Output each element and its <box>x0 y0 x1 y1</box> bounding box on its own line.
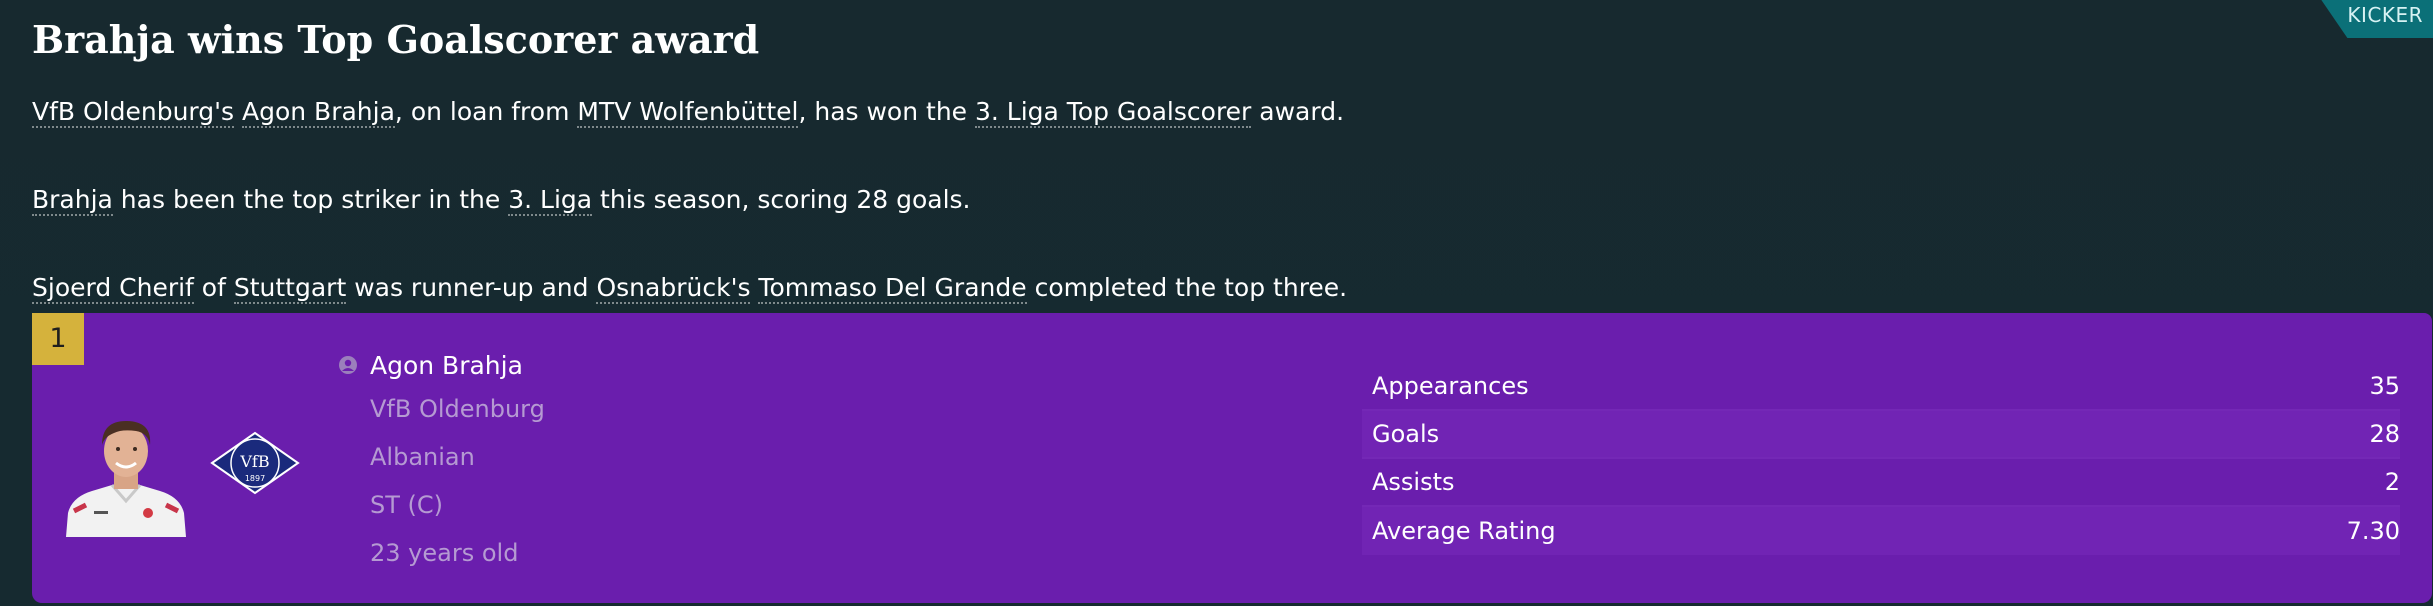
player-nationality: Albanian <box>370 443 475 471</box>
news-paragraph-2: Brahja has been the top striker in the 3… <box>32 185 971 216</box>
competition-link-3-liga[interactable]: 3. Liga <box>508 185 593 216</box>
stat-value: 35 <box>2369 372 2400 400</box>
person-icon <box>339 356 357 374</box>
stat-row-average-rating: Average Rating 7.30 <box>1362 507 2400 555</box>
stats-table: Appearances 35 Goals 28 Assists 2 Averag… <box>1362 363 2400 555</box>
club-crest-icon[interactable]: VfB 1897 <box>210 431 300 495</box>
player-portrait[interactable] <box>58 401 194 537</box>
stat-value: 7.30 <box>2346 517 2400 545</box>
crest-text: VfB <box>239 452 269 471</box>
player-position: ST (C) <box>370 491 444 519</box>
stat-row-goals: Goals 28 <box>1362 411 2400 459</box>
news-paragraph-1: VfB Oldenburg's Agon Brahja, on loan fro… <box>32 97 1345 128</box>
stat-label: Appearances <box>1372 372 1529 400</box>
stat-row-assists: Assists 2 <box>1362 459 2400 507</box>
player-link-cherif[interactable]: Sjoerd Cherif <box>32 273 194 304</box>
stat-label: Goals <box>1372 420 1440 448</box>
player-link-brahja-short[interactable]: Brahja <box>32 185 113 216</box>
stat-label: Average Rating <box>1372 517 1556 545</box>
source-tag: KICKER <box>2321 0 2433 38</box>
award-winner-card: 1 VfB 1897 Agon Brahja VfB Oldenburg Alb… <box>32 313 2432 603</box>
club-link-wolfenbuettel[interactable]: MTV Wolfenbüttel <box>577 97 799 128</box>
news-headline: Brahja wins Top Goalscorer award <box>32 17 760 62</box>
player-name[interactable]: Agon Brahja <box>370 351 523 380</box>
news-page: KICKER Brahja wins Top Goalscorer award … <box>0 0 2433 606</box>
competition-link-award[interactable]: 3. Liga Top Goalscorer <box>975 97 1252 128</box>
stat-value: 28 <box>2369 420 2400 448</box>
player-link-del-grande[interactable]: Tommaso Del Grande <box>758 273 1027 304</box>
player-link-brahja[interactable]: Agon Brahja <box>242 97 395 128</box>
stat-value: 2 <box>2384 468 2400 496</box>
club-link-oldenburg[interactable]: VfB Oldenburg's <box>32 97 235 128</box>
stat-row-appearances: Appearances 35 <box>1362 363 2400 411</box>
player-info: Agon Brahja VfB Oldenburg Albanian ST (C… <box>338 345 545 577</box>
player-name-row: Agon Brahja <box>338 345 545 385</box>
player-age: 23 years old <box>370 539 519 567</box>
rank-badge: 1 <box>32 313 84 365</box>
club-link-stuttgart[interactable]: Stuttgart <box>233 273 347 304</box>
player-club: VfB Oldenburg <box>370 395 545 423</box>
source-label: KICKER <box>2347 3 2423 27</box>
news-paragraph-3: Sjoerd Cherif of Stuttgart was runner-up… <box>32 273 1348 304</box>
club-link-osnabrueck[interactable]: Osnabrück's <box>596 273 751 304</box>
crest-year: 1897 <box>245 474 265 483</box>
stat-label: Assists <box>1372 468 1455 496</box>
